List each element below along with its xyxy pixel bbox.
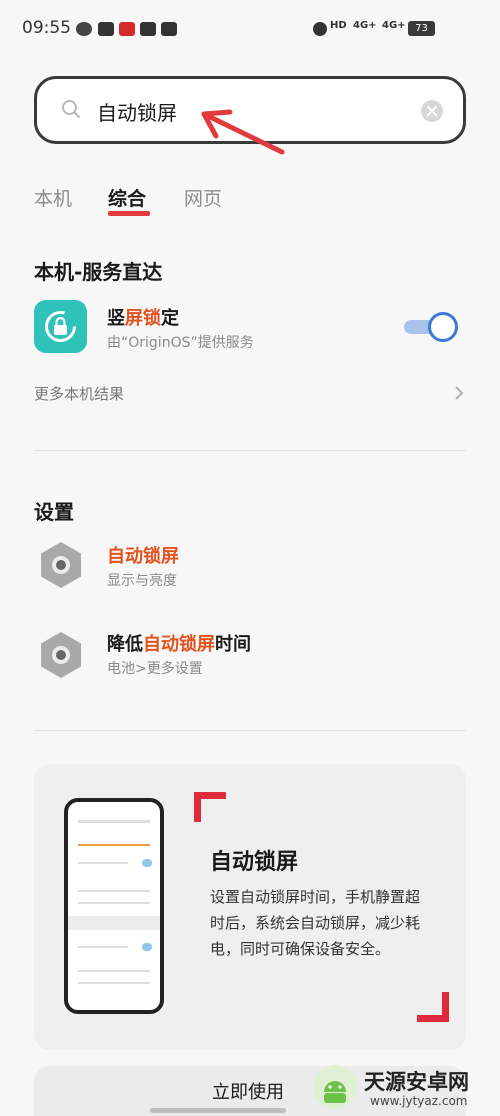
telegram-icon (140, 22, 156, 36)
hd-label: HD (330, 20, 347, 31)
status-time: 09:55 (22, 18, 71, 38)
feature-card: 自动锁屏 设置自动锁屏时间，手机静置超时后，系统会自动锁屏，减少耗电，同时可确保… (34, 764, 466, 1050)
clear-search-button[interactable] (421, 100, 443, 122)
feature-card-description: 设置自动锁屏时间，手机静置超时后，系统会自动锁屏，减少耗电，同时可确保设备安全。 (210, 888, 421, 958)
tab-active-indicator (108, 211, 150, 216)
corner-bracket-top-left (194, 792, 226, 822)
android-logo-icon (313, 1065, 357, 1109)
close-icon (427, 106, 437, 116)
home-indicator[interactable] (150, 1108, 286, 1113)
settings-item-auto-lock[interactable]: 自动锁屏 显示与亮度 (34, 538, 466, 594)
illustration-line (78, 820, 150, 823)
section-divider (34, 730, 466, 731)
more-local-results-label: 更多本机结果 (34, 385, 125, 403)
more-local-results-link[interactable]: 更多本机结果 (34, 380, 466, 406)
signal-1: 4G+ (353, 20, 377, 31)
illustration-line (78, 970, 150, 972)
news-app-icon (119, 22, 135, 36)
title-highlight: 自动锁屏 (107, 546, 179, 567)
search-icon (62, 100, 80, 118)
title-highlight: 自动锁屏 (143, 634, 215, 655)
alarm-icon (313, 22, 327, 36)
status-bar: 09:55 HD 4G+ 4G+ 73 (0, 0, 500, 58)
feature-card-title: 自动锁屏 (210, 850, 299, 875)
wechat-icon (76, 22, 92, 36)
phone-illustration (64, 798, 164, 1014)
title-part-end: 时间 (215, 634, 251, 655)
local-services-title: 本机-服务直达 (34, 260, 163, 284)
settings-item-reduce-auto-lock-time[interactable]: 降低自动锁屏时间 电池>更多设置 (34, 626, 466, 682)
app-notification-icon-2 (161, 22, 177, 36)
use-now-button-label: 立即使用 (212, 1082, 284, 1103)
illustration-line (78, 890, 150, 892)
service-item-subtitle: 由“OriginOS”提供服务 (107, 335, 254, 351)
annotation-arrow-icon (201, 109, 285, 155)
illustration-line (78, 982, 150, 984)
title-highlight: 屏锁 (125, 308, 161, 329)
signal-2: 4G+ (382, 20, 406, 31)
settings-item-subtitle: 显示与亮度 (107, 573, 177, 589)
settings-item-subtitle: 电池>更多设置 (107, 661, 203, 677)
service-item-rotation-lock[interactable]: 竖屏锁定 由“OriginOS”提供服务 (34, 300, 466, 356)
service-item-title: 竖屏锁定 (107, 304, 179, 330)
rotation-lock-app-icon (34, 300, 87, 353)
watermark: 天源安卓网 www.jytyaz.com (312, 1062, 496, 1114)
corner-bracket-bottom-right (417, 992, 449, 1022)
search-input[interactable]: 自动锁屏 (97, 97, 177, 126)
title-part: 竖 (107, 308, 125, 329)
illustration-toggle (142, 943, 152, 951)
rotation-lock-toggle[interactable] (404, 312, 462, 342)
settings-gear-icon (41, 632, 81, 678)
illustration-toggle (142, 859, 152, 867)
app-notification-icon (98, 22, 114, 36)
title-part: 降低 (107, 634, 143, 655)
watermark-url: www.jytyaz.com (370, 1094, 468, 1108)
illustration-slider (78, 844, 150, 846)
section-divider (34, 450, 466, 451)
watermark-name: 天源安卓网 (364, 1070, 469, 1094)
toggle-knob (428, 312, 458, 342)
tab-web[interactable]: 网页 (184, 184, 222, 211)
illustration-highlight-row (68, 916, 160, 930)
chevron-right-icon (455, 386, 464, 400)
title-part-end: 定 (161, 308, 179, 329)
settings-section-title: 设置 (34, 500, 74, 524)
settings-item-title: 降低自动锁屏时间 (107, 630, 251, 656)
illustration-line (78, 946, 128, 948)
settings-item-title: 自动锁屏 (107, 542, 179, 568)
illustration-line (78, 862, 128, 864)
tab-combined[interactable]: 综合 (108, 184, 146, 211)
settings-gear-icon (41, 542, 81, 588)
battery-indicator: 73 (408, 21, 435, 36)
illustration-line (78, 902, 150, 904)
tab-local[interactable]: 本机 (34, 184, 72, 211)
